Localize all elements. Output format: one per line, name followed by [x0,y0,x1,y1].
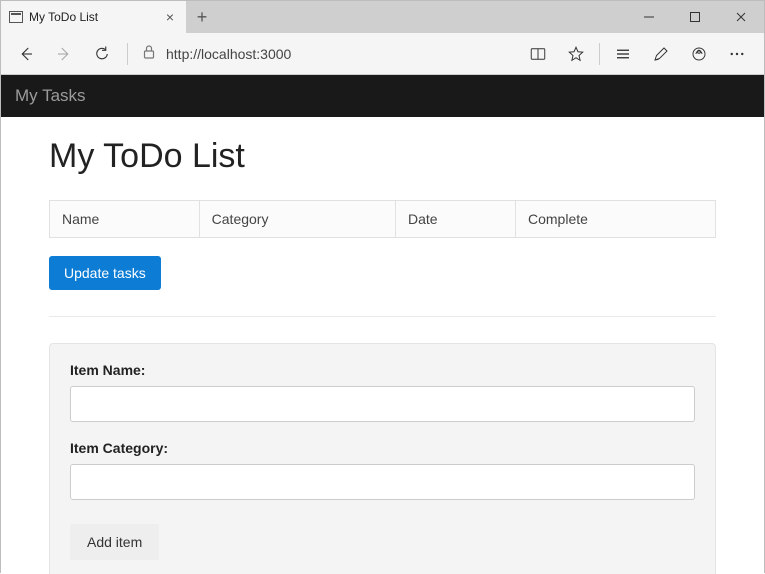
todo-table: Name Category Date Complete [49,200,716,238]
browser-tab[interactable]: My ToDo List × [1,1,186,33]
minimize-button[interactable] [626,1,672,33]
table-header-row: Name Category Date Complete [50,201,716,238]
address-bar[interactable]: http://localhost:3000 [136,39,515,69]
app-brand[interactable]: My Tasks [15,86,86,106]
add-item-button[interactable]: Add item [70,524,159,560]
window-controls [626,1,764,33]
col-category: Category [199,201,395,238]
tab-title: My ToDo List [29,10,98,24]
update-tasks-button[interactable]: Update tasks [49,256,161,290]
new-tab-button[interactable]: + [186,1,218,33]
more-button[interactable] [718,37,756,71]
col-complete: Complete [516,201,716,238]
add-item-form: Item Name: Item Category: Add item [49,343,716,574]
notes-button[interactable] [642,37,680,71]
back-button[interactable] [9,37,43,71]
favorite-button[interactable] [557,37,595,71]
page-icon [9,11,23,23]
col-date: Date [396,201,516,238]
page-viewport: My Tasks My ToDo List Name Category Date… [1,75,764,574]
item-category-input[interactable] [70,464,695,500]
lock-icon [142,44,156,63]
item-name-input[interactable] [70,386,695,422]
close-tab-icon[interactable]: × [162,9,178,25]
toolbar-right [519,37,756,71]
share-button[interactable] [680,37,718,71]
item-category-label: Item Category: [70,440,695,456]
close-window-button[interactable] [718,1,764,33]
col-name: Name [50,201,200,238]
app-nav-bar: My Tasks [1,75,764,117]
forward-button[interactable] [47,37,81,71]
hub-button[interactable] [604,37,642,71]
browser-toolbar: http://localhost:3000 [1,33,764,75]
refresh-button[interactable] [85,37,119,71]
content-area: My ToDo List Name Category Date Complete… [1,117,764,574]
item-name-label: Item Name: [70,362,695,378]
divider [49,316,716,317]
toolbar-separator-2 [599,43,600,65]
toolbar-separator [127,43,128,65]
maximize-button[interactable] [672,1,718,33]
reading-view-button[interactable] [519,37,557,71]
url-text: http://localhost:3000 [166,46,291,62]
page-title: My ToDo List [49,137,716,176]
window-titlebar: My ToDo List × + [1,1,764,33]
